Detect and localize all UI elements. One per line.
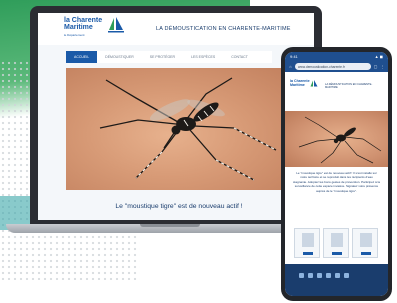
phone-article-text: Le "moustique tigre" est de nouveau acti… (293, 171, 380, 193)
nav-tab-contact[interactable]: CONTACT (223, 51, 256, 63)
card-image (302, 233, 314, 247)
footer-social-icon[interactable] (326, 272, 331, 278)
phone-card-2[interactable] (323, 228, 349, 258)
tabs-icon[interactable]: ▢ (373, 64, 378, 69)
phone-footer (285, 264, 388, 296)
url-field[interactable]: www.demoustication-charente.fr (295, 63, 371, 70)
phone-mosquito-illustration (298, 116, 382, 164)
phone-site-header: la Charente Maritime LA DÉMOUSTICATION EN… (285, 72, 388, 102)
phone-hero-mosquito-image (285, 111, 388, 167)
card-image (360, 233, 372, 247)
more-menu-icon[interactable]: ⋮ (380, 64, 385, 69)
footer-social-icon[interactable] (308, 272, 313, 278)
laptop-notch (140, 224, 200, 227)
footer-social-icon[interactable] (335, 272, 340, 278)
nav-tab-accueil[interactable]: ACCUEIL (66, 51, 98, 63)
footer-icon-row (299, 272, 375, 278)
phone-screen: 9:41 ▲ ◼ ⌂ www.demoustication-charente.f… (285, 52, 388, 296)
phone-sail-logo-icon (310, 80, 318, 87)
card-button[interactable] (361, 252, 371, 255)
phone-status-bar: 9:41 ▲ ◼ (285, 52, 388, 61)
phone-card-3[interactable] (352, 228, 378, 258)
browser-url-bar: ⌂ www.demoustication-charente.fr ▢ ⋮ (285, 61, 388, 72)
phone-site-title: LA DÉMOUSTICATION EN CHARENTE-MARITIME (325, 83, 373, 89)
footer-social-icon[interactable] (299, 272, 304, 278)
laptop-screen: la Charente Maritime le Département LA DÉ… (38, 13, 314, 220)
sail-logo-icon (108, 17, 124, 33)
nav-tab-se-proteger[interactable]: SE PROTÉGER (142, 51, 183, 63)
hero-caption: Le "moustique tigre" est de nouveau acti… (115, 203, 243, 210)
hero-mosquito-image (66, 68, 292, 190)
status-icons: ▲ ◼ (374, 54, 383, 59)
phone-site-logo[interactable]: la Charente Maritime (290, 79, 310, 88)
site-logo[interactable]: la Charente Maritime le Département (64, 17, 124, 41)
card-image (331, 233, 343, 247)
nav-tab-especes[interactable]: LES ESPÈCES (183, 51, 223, 63)
main-nav: ACCUEIL DÉMOUSTIQUER SE PROTÉGER LES ESP… (66, 51, 272, 63)
footer-social-icon[interactable] (344, 272, 349, 278)
card-button[interactable] (332, 252, 342, 255)
home-icon[interactable]: ⌂ (288, 64, 293, 69)
site-header: la Charente Maritime le Département LA DÉ… (38, 13, 314, 45)
status-time: 9:41 (290, 54, 298, 59)
site-title: LA DÉMOUSTICATION EN CHARENTE-MARITIME (156, 26, 291, 32)
nav-tab-demoustiquer[interactable]: DÉMOUSTIQUER (97, 51, 142, 63)
phone-card-1[interactable] (294, 228, 320, 258)
mosquito-illustration (99, 77, 277, 181)
logo-text: la Charente Maritime (64, 17, 103, 31)
logo-subtitle: le Département (64, 33, 85, 37)
card-button[interactable] (303, 252, 313, 255)
footer-social-icon[interactable] (317, 272, 322, 278)
